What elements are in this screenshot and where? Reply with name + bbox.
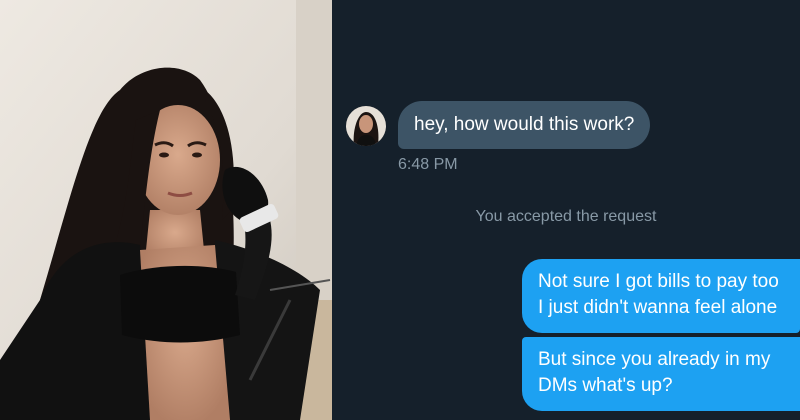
incoming-message-bubble[interactable]: hey, how would this work? — [398, 101, 651, 149]
dm-conversation: hey, how would this work? 6:48 PM You ac… — [332, 0, 800, 420]
profile-avatar-icon — [346, 106, 386, 146]
sender-avatar[interactable] — [346, 106, 386, 146]
message-timestamp: 6:48 PM — [398, 156, 458, 173]
outgoing-message-bubble[interactable]: But since you already in my DMs what's u… — [522, 337, 800, 411]
request-accepted-note: You accepted the request — [475, 208, 657, 225]
outgoing-message-bubble[interactable]: Not sure I got bills to pay too I just d… — [522, 259, 800, 333]
profile-photo — [0, 0, 332, 420]
screenshot-frame: hey, how would this work? 6:48 PM You ac… — [0, 0, 800, 420]
